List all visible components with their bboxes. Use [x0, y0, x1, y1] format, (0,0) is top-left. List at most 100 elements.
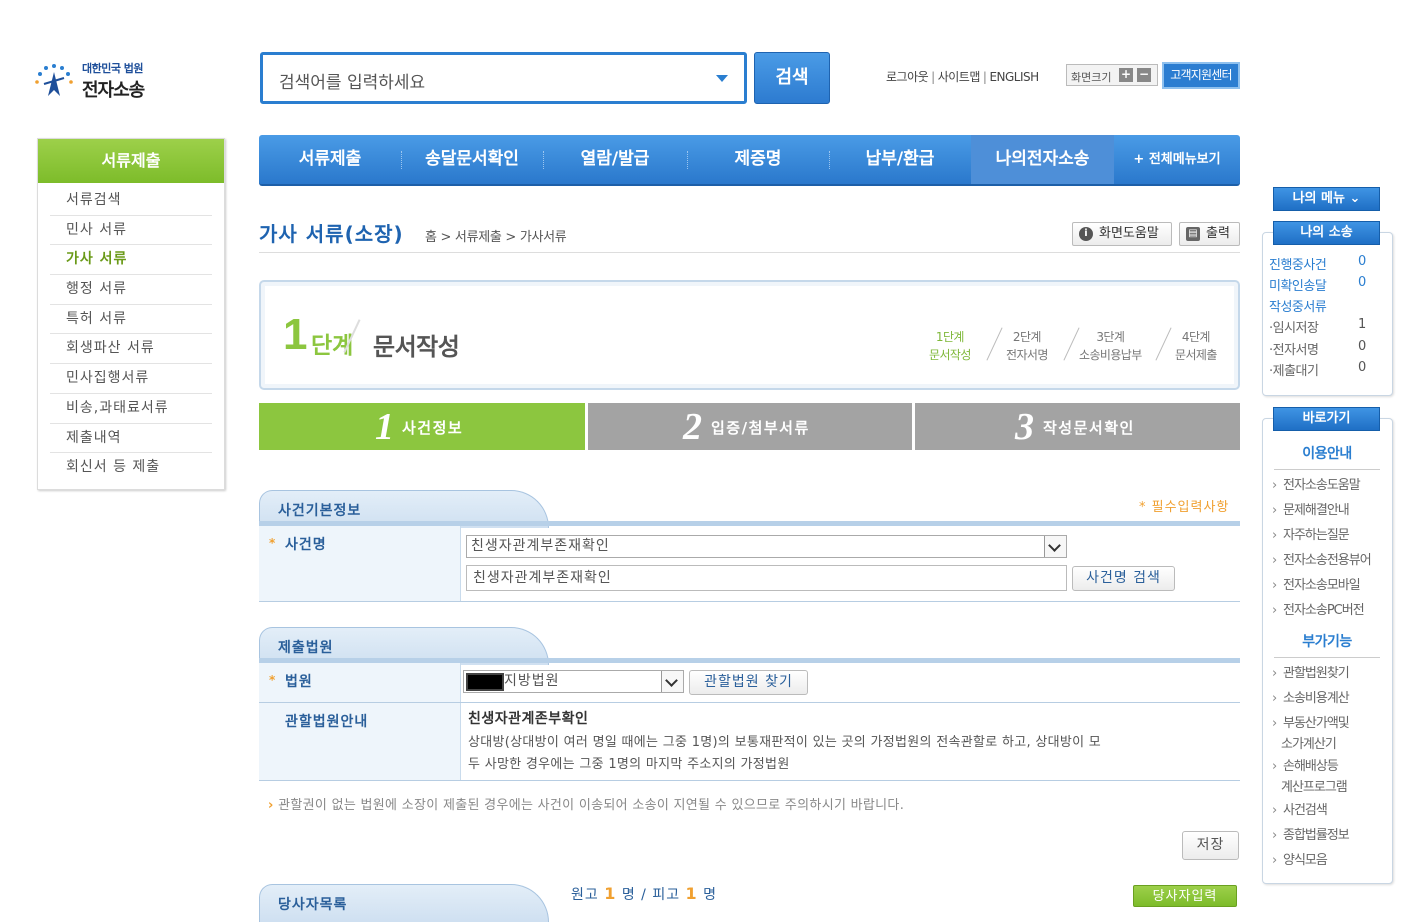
usage-link[interactable]: 자주하는질문 [1272, 525, 1350, 546]
case-name-select[interactable]: 친생자관계부존재확인 [466, 535, 1067, 558]
help-button[interactable]: i 화면도움말 [1072, 222, 1172, 246]
step-2: 2단계 전자서명 [1006, 328, 1048, 364]
usage-link[interactable]: 전자소송전용뷰어 [1272, 550, 1372, 571]
wizard-tab-case-info[interactable]: 1 사건정보 [259, 403, 585, 450]
my-case-stat[interactable]: ·제출대기 0 [1269, 360, 1375, 379]
extra-link[interactable]: 계산프로그램 [1272, 777, 1348, 798]
extra-link[interactable]: 양식모음 [1272, 850, 1328, 871]
left-menu-item[interactable]: 회신서 등 제출 [50, 453, 212, 483]
left-menu-item[interactable]: 특허 서류 [50, 305, 212, 335]
step-3-num: 3단계 [1096, 330, 1125, 344]
save-button[interactable]: 저장 [1182, 831, 1239, 860]
step-1-num: 1단계 [935, 330, 965, 344]
main-nav-tab[interactable]: 나의전자소송 [971, 135, 1114, 184]
extra-title: 부가기능 [1274, 631, 1380, 658]
court-logo[interactable]: 대한민국 법원 전자소송 [32, 56, 172, 106]
english-link[interactable]: ENGLISH [989, 70, 1039, 84]
usage-link[interactable]: 문제해결안내 [1272, 500, 1350, 521]
main-nav-tab[interactable]: 서류제출 [259, 135, 401, 184]
unit-label: 명 [621, 887, 636, 903]
title-divider [259, 252, 1240, 253]
zoom-label: 화면크기 [1071, 71, 1112, 84]
search-dropdown-icon[interactable] [716, 75, 728, 82]
zoom-out-button[interactable]: − [1137, 68, 1151, 82]
my-case-stat[interactable]: 작성중서류 [1269, 296, 1375, 315]
court-guide-text-1: 상대방(상대방이 여러 명일 때에는 그중 1명)의 보통재판적이 있는 곳의 … [468, 735, 1102, 750]
extra-link[interactable]: 부동산가액및 [1272, 713, 1350, 734]
step-1-name: 문서작성 [929, 348, 971, 362]
extra-link[interactable]: 손해배상등 [1272, 756, 1339, 777]
search-input[interactable]: 검색어를 입력하세요 [260, 52, 747, 104]
main-nav-tab[interactable]: 납부/환급 [829, 135, 971, 184]
usage-link[interactable]: 전자소송도움말 [1272, 475, 1361, 496]
extra-link-label: 소송비용계산 [1283, 691, 1350, 706]
left-menu-item[interactable]: 행정 서류 [50, 275, 212, 305]
wizard-tab-number: 2 [683, 406, 702, 448]
stat-label: 작성중서류 [1269, 300, 1327, 315]
wizard-tab-number: 3 [1015, 406, 1034, 448]
customer-center-button[interactable]: 고객지원센터 [1162, 62, 1240, 89]
bullet-icon: › [268, 798, 274, 813]
court-guide-title: 친생자관계존부확인 [468, 711, 589, 727]
logout-link[interactable]: 로그아웃 [886, 70, 929, 84]
step-4-num: 4단계 [1181, 330, 1211, 344]
extra-link[interactable]: 종합법률정보 [1272, 825, 1350, 846]
left-menu-item[interactable]: 민사집행서류 [50, 364, 212, 394]
chevron-down-icon [1044, 536, 1066, 557]
left-menu-item[interactable]: 회생파산 서류 [50, 334, 212, 365]
logo-line2: 전자소송 [82, 80, 145, 101]
extra-link-label: 부동산가액및 [1283, 716, 1350, 731]
court-seal-icon [35, 64, 73, 96]
wizard-tab-confirm[interactable]: 3 작성문서확인 [915, 403, 1240, 450]
left-menu-item[interactable]: 서류검색 [50, 186, 212, 216]
usage-title: 이용안내 [1274, 443, 1380, 470]
extra-link[interactable]: 소가계산기 [1272, 734, 1337, 755]
left-menu-item[interactable]: 제출내역 [50, 424, 212, 454]
extra-link[interactable]: 관할법원찾기 [1272, 663, 1350, 684]
my-case-stat[interactable]: 진행중사건 0 [1269, 254, 1375, 273]
all-menu-link[interactable]: + 전체메뉴보기 [1114, 135, 1240, 184]
extra-link[interactable]: 사건검색 [1272, 800, 1328, 821]
step-indicator: 1 단계 문서작성 1단계 문서작성 2단계 전자서명 3단계 소송비용납부 4단계 문… [259, 280, 1240, 390]
case-name-input[interactable]: 친생자관계부존재확인 [466, 565, 1067, 591]
sitemap-link[interactable]: 사이트맵 [938, 70, 981, 84]
case-name-label: 사건명 [285, 537, 327, 553]
left-menu-item[interactable]: 비송,과태료서류 [50, 394, 212, 424]
print-label: 출력 [1206, 226, 1230, 241]
main-nav-tab[interactable]: 제증명 [687, 135, 829, 184]
my-case-stat[interactable]: 미확인송달 0 [1269, 275, 1375, 294]
usage-link[interactable]: 전자소송PC버전 [1272, 600, 1365, 621]
left-menu-title: 서류제출 [38, 139, 224, 183]
main-nav-tab[interactable]: 열람/발급 [543, 135, 687, 184]
stat-value: 0 [1358, 275, 1366, 290]
my-menu-label: 나의 메뉴 [1292, 191, 1345, 206]
case-name-label-cell: * 사건명 [259, 526, 461, 601]
left-menu-item[interactable]: 민사 서류 [50, 216, 212, 246]
case-info-title: 사건기본정보 [278, 503, 362, 519]
case-name-search-button[interactable]: 사건명 검색 [1072, 566, 1175, 591]
step-4: 4단계 문서제출 [1175, 328, 1217, 364]
find-court-button[interactable]: 관할법원 찾기 [689, 670, 808, 695]
stat-value: 0 [1358, 254, 1366, 269]
search-button[interactable]: 검색 [754, 52, 830, 104]
my-case-stat[interactable]: ·전자서명 0 [1269, 339, 1375, 358]
my-menu-button[interactable]: 나의 메뉴 ⌄ [1273, 187, 1380, 211]
usage-link[interactable]: 전자소송모바일 [1272, 575, 1361, 596]
court-select[interactable]: 지방법원 [463, 670, 684, 693]
extra-link[interactable]: 소송비용계산 [1272, 688, 1350, 709]
my-case-stat[interactable]: ·임시저장 1 [1269, 317, 1375, 336]
main-nav-tab[interactable]: 송달문서확인 [401, 135, 543, 184]
step-3: 3단계 소송비용납부 [1079, 328, 1142, 364]
zoom-in-button[interactable]: + [1119, 68, 1133, 82]
defendant-count: 1 [685, 884, 698, 903]
required-note: * 필수입력사항 [1139, 500, 1230, 515]
wizard-tab-evidence[interactable]: 2 입증/첨부서류 [588, 403, 912, 450]
plaintiff-label: 원고 [571, 887, 599, 903]
step-slash [1063, 327, 1080, 361]
print-button[interactable]: ▤ 출력 [1179, 222, 1240, 246]
left-menu-item[interactable]: 가사 서류 [50, 245, 212, 276]
zoom-control: 화면크기 + − [1066, 64, 1158, 86]
search-placeholder: 검색어를 입력하세요 [279, 73, 426, 93]
party-input-button[interactable]: 당사자입력 [1133, 885, 1237, 907]
court-select-value: 지방법원 [504, 673, 560, 689]
